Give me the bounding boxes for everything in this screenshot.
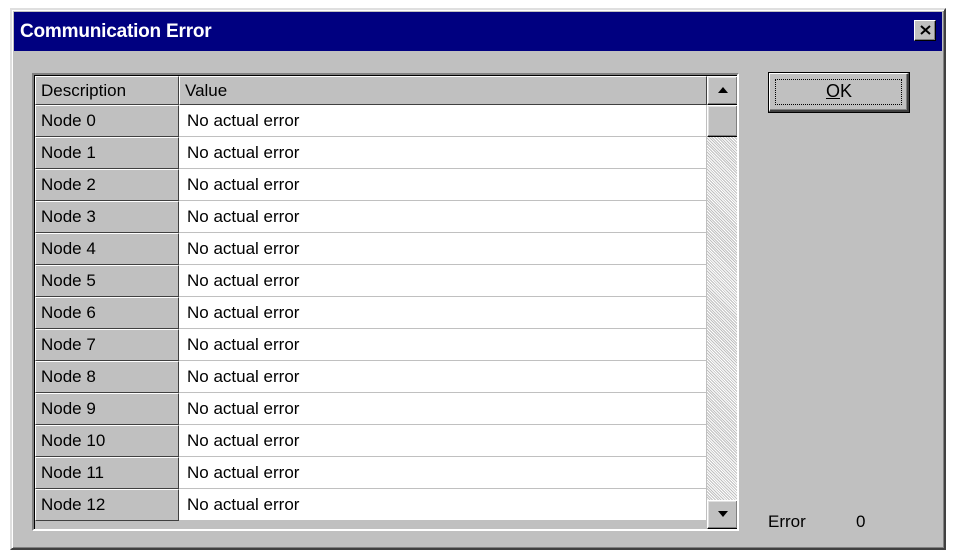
row-value-cell[interactable]: No actual error: [179, 201, 707, 233]
row-value-cell[interactable]: No actual error: [179, 265, 707, 297]
row-value-cell[interactable]: No actual error: [179, 457, 707, 489]
row-value-cell[interactable]: No actual error: [179, 329, 707, 361]
ok-accelerator-key: O: [825, 81, 840, 101]
row-value-cell[interactable]: No actual error: [179, 105, 707, 137]
close-button[interactable]: [914, 20, 936, 41]
column-header-value[interactable]: Value: [179, 76, 707, 105]
row-description-cell[interactable]: Node 5: [35, 265, 179, 297]
ok-label-rest: K: [840, 81, 853, 101]
row-value-cell[interactable]: No actual error: [179, 169, 707, 201]
error-count-label: Error: [768, 512, 806, 531]
scroll-thumb[interactable]: [707, 105, 737, 137]
row-description-cell[interactable]: Node 2: [35, 169, 179, 201]
row-description-cell[interactable]: Node 4: [35, 233, 179, 265]
row-value-cell[interactable]: No actual error: [179, 489, 707, 521]
title-bar[interactable]: Communication Error: [14, 12, 942, 51]
row-description-cell[interactable]: Node 8: [35, 361, 179, 393]
table-row[interactable]: Node 10 No actual error: [35, 425, 707, 457]
row-value-cell[interactable]: No actual error: [179, 137, 707, 169]
scroll-up-button[interactable]: [707, 76, 737, 105]
row-value-cell[interactable]: No actual error: [179, 425, 707, 457]
row-description-cell[interactable]: Node 6: [35, 297, 179, 329]
table-row[interactable]: Node 4 No actual error: [35, 233, 707, 265]
table-row[interactable]: Node 7 No actual error: [35, 329, 707, 361]
row-description-cell[interactable]: Node 12: [35, 489, 179, 521]
row-description-cell[interactable]: Node 7: [35, 329, 179, 361]
close-icon: [920, 25, 931, 35]
table-row[interactable]: Node 8 No actual error: [35, 361, 707, 393]
table-row[interactable]: Node 12 No actual error: [35, 489, 707, 521]
node-error-grid[interactable]: Description Value Node 0 No actual error N…: [32, 73, 739, 531]
arrow-down-icon: [718, 511, 728, 517]
row-description-cell[interactable]: Node 1: [35, 137, 179, 169]
table-row[interactable]: Node 3 No actual error: [35, 201, 707, 233]
row-value-cell[interactable]: No actual error: [179, 393, 707, 425]
row-description-cell[interactable]: Node 3: [35, 201, 179, 233]
arrow-up-icon: [718, 87, 728, 93]
table-row[interactable]: Node 11 No actual error: [35, 457, 707, 489]
row-description-cell[interactable]: Node 11: [35, 457, 179, 489]
grid-header: Description Value: [35, 76, 707, 105]
error-count-value: 0: [856, 512, 866, 531]
table-row[interactable]: Node 0 No actual error: [35, 105, 707, 137]
grid-viewport: Description Value Node 0 No actual error N…: [34, 75, 737, 529]
scroll-down-button[interactable]: [707, 500, 737, 529]
table-row[interactable]: Node 1 No actual error: [35, 137, 707, 169]
row-value-cell[interactable]: No actual error: [179, 297, 707, 329]
table-row[interactable]: Node 2 No actual error: [35, 169, 707, 201]
column-header-description[interactable]: Description: [35, 76, 179, 105]
row-value-cell[interactable]: No actual error: [179, 361, 707, 393]
window-title: Communication Error: [20, 21, 212, 42]
ok-button-label: OK: [769, 79, 909, 103]
vertical-scrollbar[interactable]: [707, 76, 737, 529]
row-description-cell[interactable]: Node 0: [35, 105, 179, 137]
row-value-cell[interactable]: No actual error: [179, 233, 707, 265]
row-description-cell[interactable]: Node 10: [35, 425, 179, 457]
row-description-cell[interactable]: Node 9: [35, 393, 179, 425]
table-row[interactable]: Node 6 No actual error: [35, 297, 707, 329]
table-row[interactable]: Node 9 No actual error: [35, 393, 707, 425]
ok-button[interactable]: OK: [768, 72, 910, 113]
table-row[interactable]: Node 5 No actual error: [35, 265, 707, 297]
